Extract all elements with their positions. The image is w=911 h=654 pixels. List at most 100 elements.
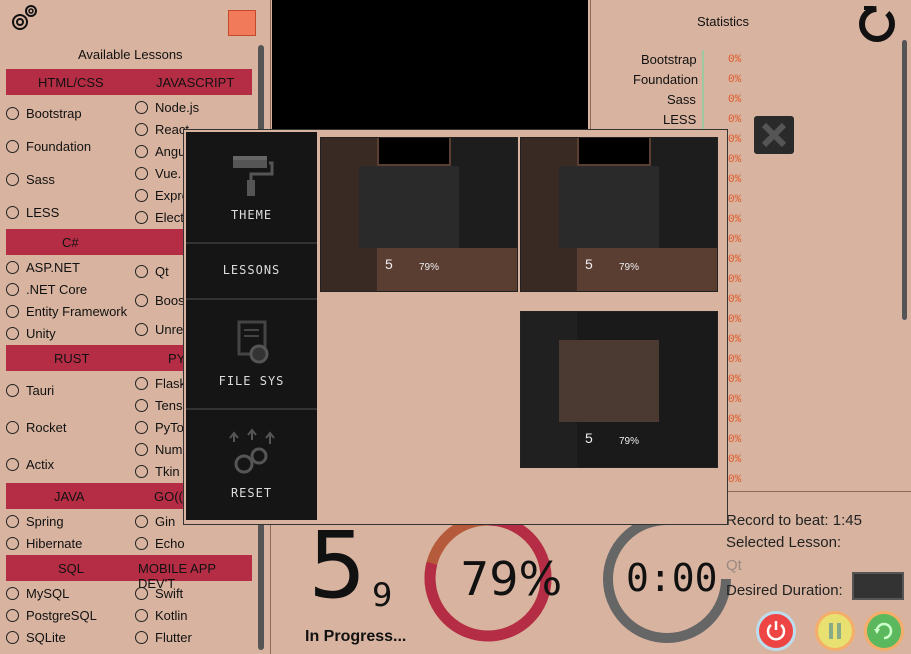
lesson-express[interactable]: Expre: [135, 188, 189, 206]
radio-icon[interactable]: [135, 377, 148, 390]
radio-icon[interactable]: [6, 515, 19, 528]
lesson-spring[interactable]: Spring: [6, 514, 64, 532]
lesson-angular[interactable]: Angu: [135, 144, 185, 162]
theme-thumbnail-2[interactable]: 5 79%: [520, 137, 718, 292]
radio-icon[interactable]: [135, 123, 148, 136]
radio-icon[interactable]: [6, 458, 19, 471]
lesson-postgresql[interactable]: PostgreSQL: [6, 608, 97, 626]
lesson-tensorflow[interactable]: Tens: [135, 398, 182, 416]
category-csharp[interactable]: C#: [62, 235, 79, 250]
lesson-react[interactable]: React: [135, 122, 189, 140]
lesson-less[interactable]: LESS: [6, 205, 59, 223]
radio-icon[interactable]: [135, 294, 148, 307]
lesson-flask[interactable]: Flask: [135, 376, 186, 394]
radio-icon[interactable]: [6, 283, 19, 296]
refresh-icon[interactable]: [856, 2, 898, 44]
close-stats-icon[interactable]: [754, 116, 794, 154]
lesson-vue[interactable]: Vue.: [135, 166, 181, 184]
lesson-flutter[interactable]: Flutter: [135, 630, 192, 648]
lesson-entity-framework[interactable]: Entity Framework: [6, 304, 127, 322]
menu-theme[interactable]: THEME: [186, 132, 317, 242]
theme-thumbnail-3[interactable]: 5 79%: [520, 311, 718, 468]
lesson-pytorch[interactable]: PyTo: [135, 420, 184, 438]
lesson-foundation[interactable]: Foundation: [6, 139, 91, 157]
radio-icon[interactable]: [135, 211, 148, 224]
reset-gears-icon: [226, 428, 278, 476]
selected-lesson-label: Selected Lesson:: [726, 534, 842, 551]
category-rust[interactable]: RUST: [54, 351, 89, 366]
radio-icon[interactable]: [6, 384, 19, 397]
lesson-sqlite[interactable]: SQLite: [6, 630, 66, 648]
lesson-nodejs[interactable]: Node.js: [135, 100, 199, 118]
lesson-echo[interactable]: Echo: [135, 536, 185, 554]
radio-icon[interactable]: [6, 587, 19, 600]
radio-icon[interactable]: [6, 327, 19, 340]
lesson-netcore[interactable]: .NET Core: [6, 282, 87, 300]
lesson-mysql[interactable]: MySQL: [6, 586, 69, 604]
settings-icon[interactable]: [8, 2, 40, 34]
lesson-bootstrap[interactable]: Bootstrap: [6, 106, 82, 124]
lesson-tauri[interactable]: Tauri: [6, 383, 54, 401]
radio-icon[interactable]: [135, 101, 148, 114]
radio-icon[interactable]: [6, 631, 19, 644]
stat-percent: 0%: [728, 154, 742, 166]
radio-icon[interactable]: [6, 206, 19, 219]
stats-scrollbar[interactable]: [902, 40, 907, 320]
radio-icon[interactable]: [135, 587, 148, 600]
restart-button[interactable]: [864, 611, 904, 651]
category-javascript[interactable]: JAVASCRIPT: [156, 75, 234, 90]
menu-lessons[interactable]: LESSONS: [186, 244, 317, 298]
lesson-unreal[interactable]: Unre: [135, 322, 183, 340]
lesson-rocket[interactable]: Rocket: [6, 420, 66, 438]
lesson-actix[interactable]: Actix: [6, 457, 54, 475]
lesson-gin[interactable]: Gin: [135, 514, 175, 532]
lesson-hibernate[interactable]: Hibernate: [6, 536, 82, 554]
stat-name: Sass: [667, 92, 696, 107]
radio-icon[interactable]: [135, 515, 148, 528]
radio-icon[interactable]: [135, 609, 148, 622]
radio-icon[interactable]: [135, 323, 148, 336]
timer-display: 0:00: [626, 556, 718, 600]
radio-icon[interactable]: [6, 537, 19, 550]
menu-filesys[interactable]: FILE SYS: [186, 300, 317, 408]
radio-icon[interactable]: [135, 631, 148, 644]
radio-icon[interactable]: [6, 421, 19, 434]
radio-icon[interactable]: [6, 140, 19, 153]
pause-button[interactable]: [815, 611, 855, 651]
radio-icon[interactable]: [135, 399, 148, 412]
theme-thumbnail-1[interactable]: 5 79%: [320, 137, 518, 292]
radio-icon[interactable]: [6, 107, 19, 120]
radio-icon[interactable]: [135, 537, 148, 550]
radio-icon[interactable]: [135, 145, 148, 158]
lesson-electron[interactable]: Elect: [135, 210, 184, 228]
radio-icon[interactable]: [135, 465, 148, 478]
category-java[interactable]: JAVA: [54, 489, 85, 504]
category-html-css[interactable]: HTML/CSS: [38, 75, 104, 90]
category-go[interactable]: GO((: [154, 489, 183, 504]
radio-icon[interactable]: [135, 189, 148, 202]
lesson-aspnet[interactable]: ASP.NET: [6, 260, 80, 278]
lesson-swift[interactable]: Swift: [135, 586, 183, 604]
menu-reset[interactable]: RESET: [186, 410, 317, 518]
category-sql[interactable]: SQL: [58, 561, 84, 576]
radio-icon[interactable]: [6, 305, 19, 318]
lesson-boost[interactable]: Boos: [135, 293, 185, 311]
duration-input[interactable]: [852, 572, 904, 600]
radio-icon[interactable]: [135, 265, 148, 278]
lesson-qt[interactable]: Qt: [135, 264, 169, 282]
radio-icon[interactable]: [135, 421, 148, 434]
radio-icon[interactable]: [135, 167, 148, 180]
lesson-kotlin[interactable]: Kotlin: [135, 608, 188, 626]
collapse-button[interactable]: [228, 10, 256, 36]
lesson-unity[interactable]: Unity: [6, 326, 56, 344]
radio-icon[interactable]: [6, 609, 19, 622]
menu-lessons-label: LESSONS: [222, 263, 281, 277]
lesson-tkinter[interactable]: Tkin: [135, 464, 180, 482]
radio-icon[interactable]: [6, 173, 19, 186]
radio-icon[interactable]: [135, 443, 148, 456]
lesson-sass[interactable]: Sass: [6, 172, 55, 190]
lesson-numpy[interactable]: Num: [135, 442, 182, 460]
radio-icon[interactable]: [6, 261, 19, 274]
power-button[interactable]: [756, 611, 796, 651]
progress-status: In Progress...: [305, 628, 407, 645]
